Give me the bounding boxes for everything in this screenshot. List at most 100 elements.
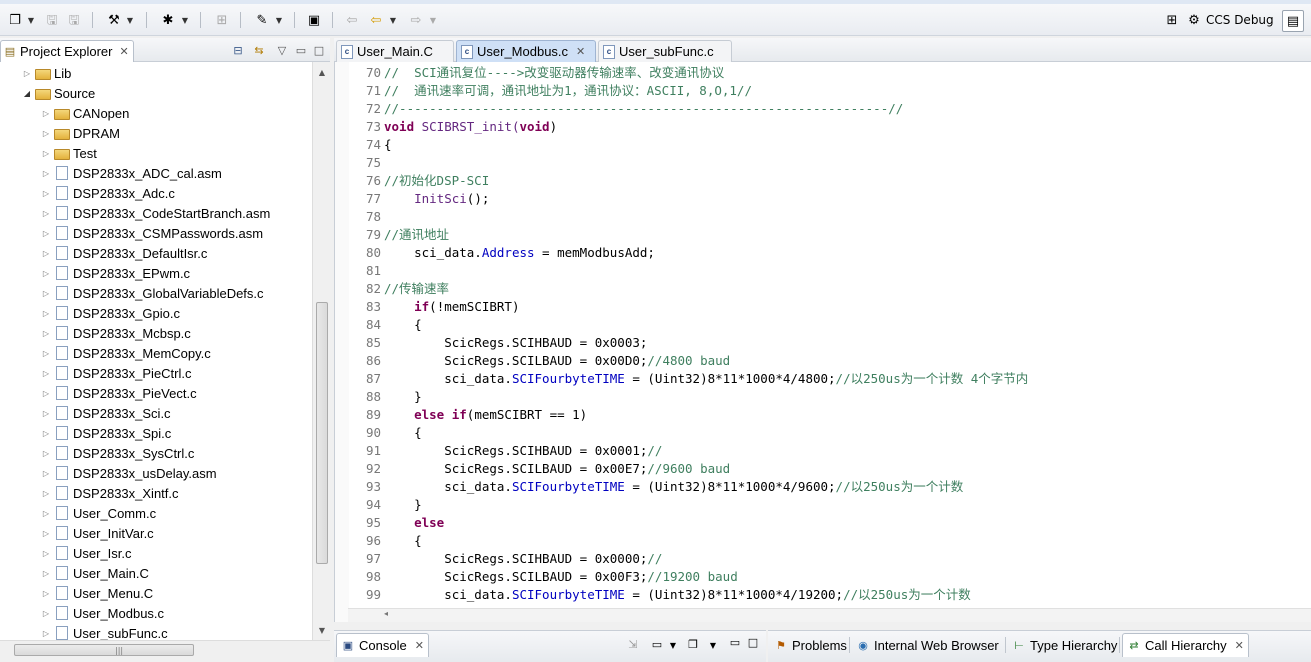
code-line[interactable]: 93 sci_data.SCIFourbyteTIME = (Uint32)8*… bbox=[349, 478, 1309, 496]
collapse-all-icon[interactable]: ⊟ bbox=[230, 42, 246, 58]
expand-right-icon[interactable]: ▷ bbox=[40, 589, 52, 598]
close-icon[interactable]: ✕ bbox=[1235, 639, 1244, 652]
tree-file-item[interactable]: ▷ User_Isr.c bbox=[40, 543, 132, 563]
code-line[interactable]: 92 ScicRegs.SCILBAUD = 0x00E7;//9600 bau… bbox=[349, 460, 1309, 478]
tree-file-item[interactable]: ▷ DSP2833x_usDelay.asm bbox=[40, 463, 217, 483]
code-line[interactable]: 78 bbox=[349, 208, 1309, 226]
expand-right-icon[interactable]: ▷ bbox=[21, 69, 33, 78]
tab-console[interactable]: ▣ Console ✕ bbox=[336, 633, 429, 657]
editor-tab[interactable]: c User_Modbus.c ✕ bbox=[456, 40, 596, 62]
expand-right-icon[interactable]: ▷ bbox=[40, 529, 52, 538]
minimize-icon[interactable]: ▭ bbox=[728, 635, 742, 649]
display-console-icon[interactable]: ▭ bbox=[650, 637, 664, 651]
tab-problems[interactable]: ⚑ Problems bbox=[770, 633, 851, 657]
tab-project-explorer[interactable]: ▤ Project Explorer ✕ bbox=[0, 40, 134, 62]
tab-call-hierarchy[interactable]: ⇄ Call Hierarchy ✕ bbox=[1122, 633, 1249, 657]
tree-file-item[interactable]: ▷ DSP2833x_DefaultIsr.c bbox=[40, 243, 207, 263]
expand-right-icon[interactable]: ▷ bbox=[40, 389, 52, 398]
code-lines[interactable]: 70// SCI通讯复位---->改变驱动器传输速率、改变通讯协议 71// 通讯… bbox=[349, 64, 1309, 604]
open-console-dropdown-arrow[interactable]: ▼ bbox=[706, 638, 720, 652]
display-console-dropdown-arrow[interactable]: ▼ bbox=[666, 638, 680, 652]
perspective-switch-icon[interactable]: ▤ bbox=[1282, 10, 1304, 32]
expand-down-icon[interactable]: ◢ bbox=[21, 89, 33, 98]
tree-file-item[interactable]: ▷ DSP2833x_PieVect.c bbox=[40, 383, 197, 403]
minimize-icon[interactable]: ▭ bbox=[293, 42, 309, 58]
scroll-left-icon[interactable]: ◂ bbox=[384, 609, 388, 618]
tree-file-item[interactable]: ▷ DSP2833x_Xintf.c bbox=[40, 483, 179, 503]
tree-file-item[interactable]: ▷ DSP2833x_GlobalVariableDefs.c bbox=[40, 283, 264, 303]
pin-console-icon[interactable]: ⇲ bbox=[626, 637, 640, 651]
code-line[interactable]: 77 InitSci(); bbox=[349, 190, 1309, 208]
maximize-icon[interactable]: □ bbox=[746, 635, 760, 649]
expand-right-icon[interactable]: ▷ bbox=[40, 309, 52, 318]
code-line[interactable]: 98 ScicRegs.SCILBAUD = 0x00F3;//19200 ba… bbox=[349, 568, 1309, 586]
code-line[interactable]: 79//通讯地址 bbox=[349, 226, 1309, 244]
tree-file-item[interactable]: ▷ User_Main.C bbox=[40, 563, 149, 583]
code-line[interactable]: 99 sci_data.SCIFourbyteTIME = (Uint32)8*… bbox=[349, 586, 1309, 604]
code-line[interactable]: 96 { bbox=[349, 532, 1309, 550]
code-line[interactable]: 81 bbox=[349, 262, 1309, 280]
code-line[interactable]: 72//------------------------------------… bbox=[349, 100, 1309, 118]
expand-right-icon[interactable]: ▷ bbox=[40, 409, 52, 418]
tree-file-item[interactable]: ▷ DSP2833x_Spi.c bbox=[40, 423, 171, 443]
code-line[interactable]: 73 void SCIBRST_init(void) bbox=[349, 118, 1309, 136]
new-dropdown-arrow[interactable]: ▼ bbox=[26, 11, 36, 29]
expand-right-icon[interactable]: ▷ bbox=[40, 469, 52, 478]
code-line[interactable]: 90 { bbox=[349, 424, 1309, 442]
tree-file-item[interactable]: ▷ DSP2833x_CSMPasswords.asm bbox=[40, 223, 263, 243]
code-line[interactable]: 74{ bbox=[349, 136, 1309, 154]
expand-right-icon[interactable]: ▷ bbox=[40, 129, 52, 138]
expand-right-icon[interactable]: ▷ bbox=[40, 249, 52, 258]
tab-type-hierarchy[interactable]: ⊢ Type Hierarchy bbox=[1008, 633, 1121, 657]
debug-dropdown-arrow[interactable]: ▼ bbox=[180, 11, 190, 29]
code-line[interactable]: 76//初始化DSP-SCI bbox=[349, 172, 1309, 190]
ccs-debug-perspective-icon[interactable]: ⚙ bbox=[1184, 10, 1204, 30]
expand-right-icon[interactable]: ▷ bbox=[40, 629, 52, 638]
close-icon[interactable]: ✕ bbox=[576, 45, 585, 58]
tab-globe[interactable]: ◉ Internal Web Browser bbox=[852, 633, 1003, 657]
code-line[interactable]: 80 sci_data.Address = memModbusAdd; bbox=[349, 244, 1309, 262]
tree-file-item[interactable]: ▷ DSP2833x_MemCopy.c bbox=[40, 343, 211, 363]
tree-file-item[interactable]: ▷ User_Modbus.c bbox=[40, 603, 164, 623]
tree-file-item[interactable]: ▷ DSP2833x_SysCtrl.c bbox=[40, 443, 194, 463]
code-line[interactable]: 85 ScicRegs.SCIHBAUD = 0x0003; bbox=[349, 334, 1309, 352]
code-line[interactable]: 86 ScicRegs.SCILBAUD = 0x00D0;//4800 bau… bbox=[349, 352, 1309, 370]
expand-right-icon[interactable]: ▷ bbox=[40, 429, 52, 438]
code-line[interactable]: 75 bbox=[349, 154, 1309, 172]
expand-right-icon[interactable]: ▷ bbox=[40, 369, 52, 378]
scroll-up-icon[interactable]: ▲ bbox=[313, 64, 331, 80]
code-line[interactable]: 91 ScicRegs.SCIHBAUD = 0x0001;// bbox=[349, 442, 1309, 460]
new-icon[interactable]: ❐ bbox=[5, 10, 25, 30]
expand-right-icon[interactable]: ▷ bbox=[40, 209, 52, 218]
back-arrow-icon[interactable]: ⇦ bbox=[366, 10, 386, 30]
tree-file-item[interactable]: ▷ DSP2833x_EPwm.c bbox=[40, 263, 190, 283]
project-tree-vertical-scrollbar[interactable]: ▲ ▼ bbox=[312, 62, 330, 640]
tree-folder-item[interactable]: ◢ Source bbox=[21, 83, 95, 103]
tree-folder-item[interactable]: ▷ DPRAM bbox=[40, 123, 120, 143]
tree-file-item[interactable]: ▷ User_Comm.c bbox=[40, 503, 156, 523]
tree-file-item[interactable]: ▷ User_subFunc.c bbox=[40, 623, 168, 640]
maximize-icon[interactable]: □ bbox=[311, 42, 327, 58]
expand-right-icon[interactable]: ▷ bbox=[40, 149, 52, 158]
tree-file-item[interactable]: ▷ DSP2833x_CodeStartBranch.asm bbox=[40, 203, 270, 223]
code-line[interactable]: 97 ScicRegs.SCIHBAUD = 0x0000;// bbox=[349, 550, 1309, 568]
toggle-view-icon[interactable]: ▣ bbox=[304, 10, 324, 30]
scrollbar-thumb[interactable] bbox=[316, 302, 328, 564]
tree-folder-item[interactable]: ▷ CANopen bbox=[40, 103, 129, 123]
link-with-editor-icon[interactable]: ⇆ bbox=[251, 42, 267, 58]
expand-right-icon[interactable]: ▷ bbox=[40, 569, 52, 578]
code-line[interactable]: 70// SCI通讯复位---->改变驱动器传输速率、改变通讯协议 bbox=[349, 64, 1309, 82]
code-line[interactable]: 88 } bbox=[349, 388, 1309, 406]
code-line[interactable]: 95 else bbox=[349, 514, 1309, 532]
expand-right-icon[interactable]: ▷ bbox=[40, 449, 52, 458]
code-line[interactable]: 82//传输速率 bbox=[349, 280, 1309, 298]
editor-tab[interactable]: c User_subFunc.c bbox=[598, 40, 732, 62]
expand-right-icon[interactable]: ▷ bbox=[40, 269, 52, 278]
editor-horizontal-scrollbar[interactable]: ◂ bbox=[348, 608, 1311, 622]
debug-bug-icon[interactable]: ✱ bbox=[158, 10, 178, 30]
open-perspective-icon[interactable]: ⊞ bbox=[1162, 10, 1182, 30]
tree-file-item[interactable]: ▷ User_Menu.C bbox=[40, 583, 153, 603]
tree-folder-item[interactable]: ▷ Test bbox=[40, 143, 97, 163]
expand-right-icon[interactable]: ▷ bbox=[40, 609, 52, 618]
code-line[interactable]: 83 if(!memSCIBRT) bbox=[349, 298, 1309, 316]
